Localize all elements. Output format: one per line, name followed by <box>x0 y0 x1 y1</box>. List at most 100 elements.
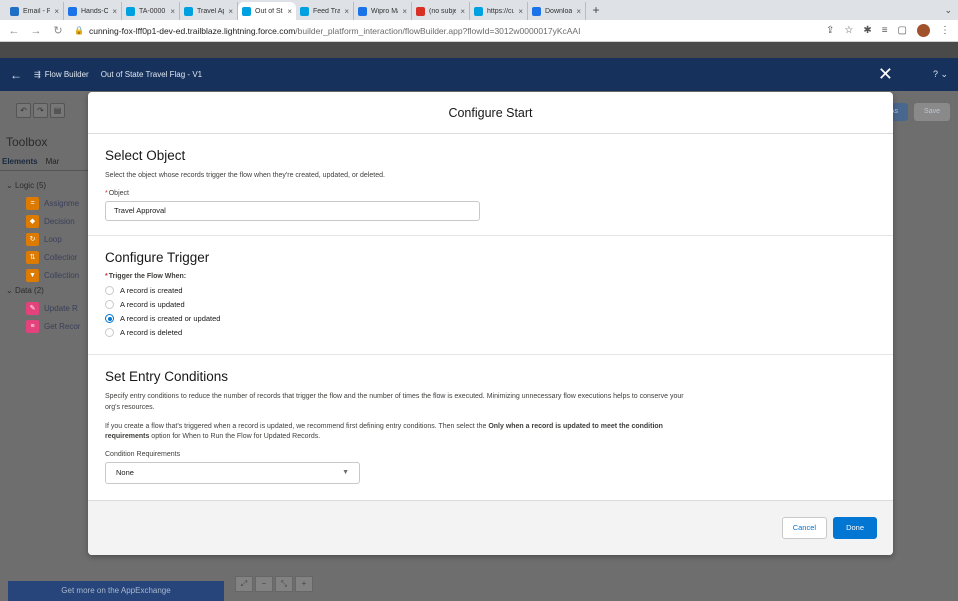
toolbox-item[interactable]: = Assignme <box>26 194 90 212</box>
browser-tab[interactable]: Travel App × <box>180 2 238 20</box>
tab-favicon-icon <box>358 6 367 16</box>
browser-tab[interactable]: TA-00001 × <box>122 2 180 20</box>
tab-title: TA-00001 <box>139 7 167 15</box>
close-tab-icon[interactable]: × <box>287 7 292 16</box>
toolbox-item[interactable]: ⇅ Collectior <box>26 248 90 266</box>
help-icon[interactable]: ? ⌄ <box>933 69 948 80</box>
chevron-down-icon: ⌄ <box>6 181 15 190</box>
close-icon[interactable]: ✕ <box>878 64 893 85</box>
new-tab-button[interactable]: + <box>586 3 606 17</box>
toolbox-item-label: Assignme <box>44 198 80 208</box>
trigger-option[interactable]: A record is updated <box>105 298 876 312</box>
tab-search-icon[interactable]: ⌄ <box>944 5 958 16</box>
browser-menu-icon[interactable]: ⋮ <box>940 25 950 36</box>
undo-icon[interactable]: ↶ <box>16 103 31 118</box>
close-tab-icon[interactable]: × <box>460 7 465 16</box>
tab-title: https://cur <box>487 7 514 15</box>
radio-button[interactable] <box>105 300 114 310</box>
trigger-option[interactable]: A record is deleted <box>105 326 876 340</box>
condition-requirements-select[interactable]: None ▼ <box>105 462 360 485</box>
browser-tab[interactable]: Feed Track × <box>296 2 354 20</box>
browser-tab[interactable]: (no subject × <box>412 2 470 20</box>
object-input[interactable]: Travel Approval <box>105 200 480 221</box>
close-tab-icon[interactable]: × <box>54 7 59 16</box>
cancel-button[interactable]: Cancel <box>781 517 828 539</box>
zoom-in-icon[interactable]: + <box>295 576 313 592</box>
configure-trigger-section: Configure Trigger *Trigger the Flow When… <box>88 236 893 355</box>
browser-tab[interactable]: Out of Stat × <box>238 2 296 20</box>
save-button[interactable]: Save <box>914 103 950 121</box>
toolbox-item[interactable]: ≡ Get Recor <box>26 317 90 335</box>
toolbox-item-label: Update R <box>44 303 78 313</box>
tab-elements[interactable]: Elements <box>2 157 38 166</box>
playlist-icon[interactable]: ≡ <box>882 25 888 36</box>
radio-button[interactable] <box>105 286 114 296</box>
canvas-toolbar: ↶ ↷ ▤ <box>16 103 65 118</box>
logic-group[interactable]: ⌄ Logic (5) <box>6 181 90 190</box>
done-button[interactable]: Done <box>833 517 877 539</box>
url-field[interactable]: 🔒 cunning-fox-lff0p1-dev-ed.trailblaze.l… <box>74 26 816 36</box>
close-tab-icon[interactable]: × <box>576 7 581 16</box>
close-tab-icon[interactable]: × <box>170 7 175 16</box>
toolbox-item-label: Get Recor <box>44 321 81 331</box>
tab-title: Out of Stat <box>255 7 283 15</box>
browser-tab[interactable]: Email - PN × <box>6 2 64 20</box>
tab-title: Email - PN <box>23 7 50 15</box>
toolbox-item[interactable]: ✎ Update R <box>26 299 90 317</box>
toolbox-tree: ⌄ Logic (5) = Assignme ◆ Decision ↻ Loop ⇅ Coll… <box>6 179 90 335</box>
share-icon[interactable]: ⇪ <box>826 25 834 36</box>
profile-avatar[interactable] <box>917 24 930 37</box>
back-arrow-icon[interactable]: ← <box>8 25 20 37</box>
tab-favicon-icon <box>532 6 541 16</box>
toolbox-item[interactable]: ↻ Loop <box>26 230 90 248</box>
close-tab-icon[interactable]: × <box>402 7 407 16</box>
tab-favicon-icon <box>126 6 135 16</box>
close-tab-icon[interactable]: × <box>112 7 117 16</box>
select-object-description: Select the object whose records trigger … <box>105 172 385 179</box>
trigger-option-label: A record is deleted <box>120 328 183 338</box>
entry-conditions-description: Specify entry conditions to reduce the n… <box>105 392 684 411</box>
redo-icon[interactable]: ↷ <box>33 103 48 118</box>
browser-tab[interactable]: https://cur × <box>470 2 528 20</box>
toolbox-item-icon: = <box>26 196 39 210</box>
trigger-option[interactable]: A record is created <box>105 284 876 298</box>
entry-conditions-recommendation: If you create a flow that's triggered wh… <box>105 422 663 441</box>
browser-tab[interactable]: Wipro Man × <box>354 2 412 20</box>
tab-title: Travel App <box>197 7 224 15</box>
tab-manager[interactable]: Mar <box>46 157 60 166</box>
tab-title: Wipro Man <box>371 7 398 15</box>
select-object-heading: Select Object <box>105 148 186 163</box>
expand-icon[interactable]: ⤡ <box>275 576 293 592</box>
modal-footer: Cancel Done <box>88 500 893 555</box>
zoom-out-icon[interactable]: − <box>255 576 273 592</box>
tab-favicon-icon <box>300 6 309 16</box>
lock-icon: 🔒 <box>74 26 84 35</box>
trigger-option-label: A record is updated <box>120 300 185 310</box>
back-icon[interactable]: ← <box>10 68 22 82</box>
toolbox-item[interactable]: ◆ Decision <box>26 212 90 230</box>
extensions-icon[interactable]: ✱ <box>863 25 871 36</box>
close-tab-icon[interactable]: × <box>228 7 233 16</box>
browser-tab[interactable]: Downloads× <box>528 2 586 20</box>
trigger-option[interactable]: A record is created or updated <box>105 312 876 326</box>
url-host: cunning-fox-lff0p1-dev-ed.trailblaze.lig… <box>88 25 296 36</box>
page-top-band <box>0 42 958 58</box>
browser-tab[interactable]: Hands-On × <box>64 2 122 20</box>
forward-arrow-icon[interactable]: → <box>30 25 42 37</box>
appexchange-link[interactable]: Get more on the AppExchange <box>8 581 224 601</box>
close-tab-icon[interactable]: × <box>344 7 349 16</box>
fit-view-icon[interactable]: ⤢ <box>235 576 253 592</box>
data-group[interactable]: ⌄ Data (2) <box>6 286 90 295</box>
close-tab-icon[interactable]: × <box>518 7 523 16</box>
radio-button[interactable] <box>105 314 114 324</box>
reload-icon[interactable]: ↻ <box>52 24 64 37</box>
trigger-field-label: *Trigger the Flow When: <box>105 272 187 280</box>
toolbox-item[interactable]: ▼ Collection <box>26 266 90 284</box>
flow-builder-header: ← ⇶ Flow Builder Out of State Travel Fla… <box>0 58 958 91</box>
radio-button[interactable] <box>105 328 114 338</box>
modal-title: Configure Start <box>88 92 893 134</box>
condition-requirements-label: Condition Requirements <box>105 451 181 459</box>
bookmark-star-icon[interactable]: ☆ <box>844 25 853 36</box>
sidebar-icon[interactable]: ▢ <box>898 25 907 36</box>
toggle-toolbox-icon[interactable]: ▤ <box>50 103 65 118</box>
